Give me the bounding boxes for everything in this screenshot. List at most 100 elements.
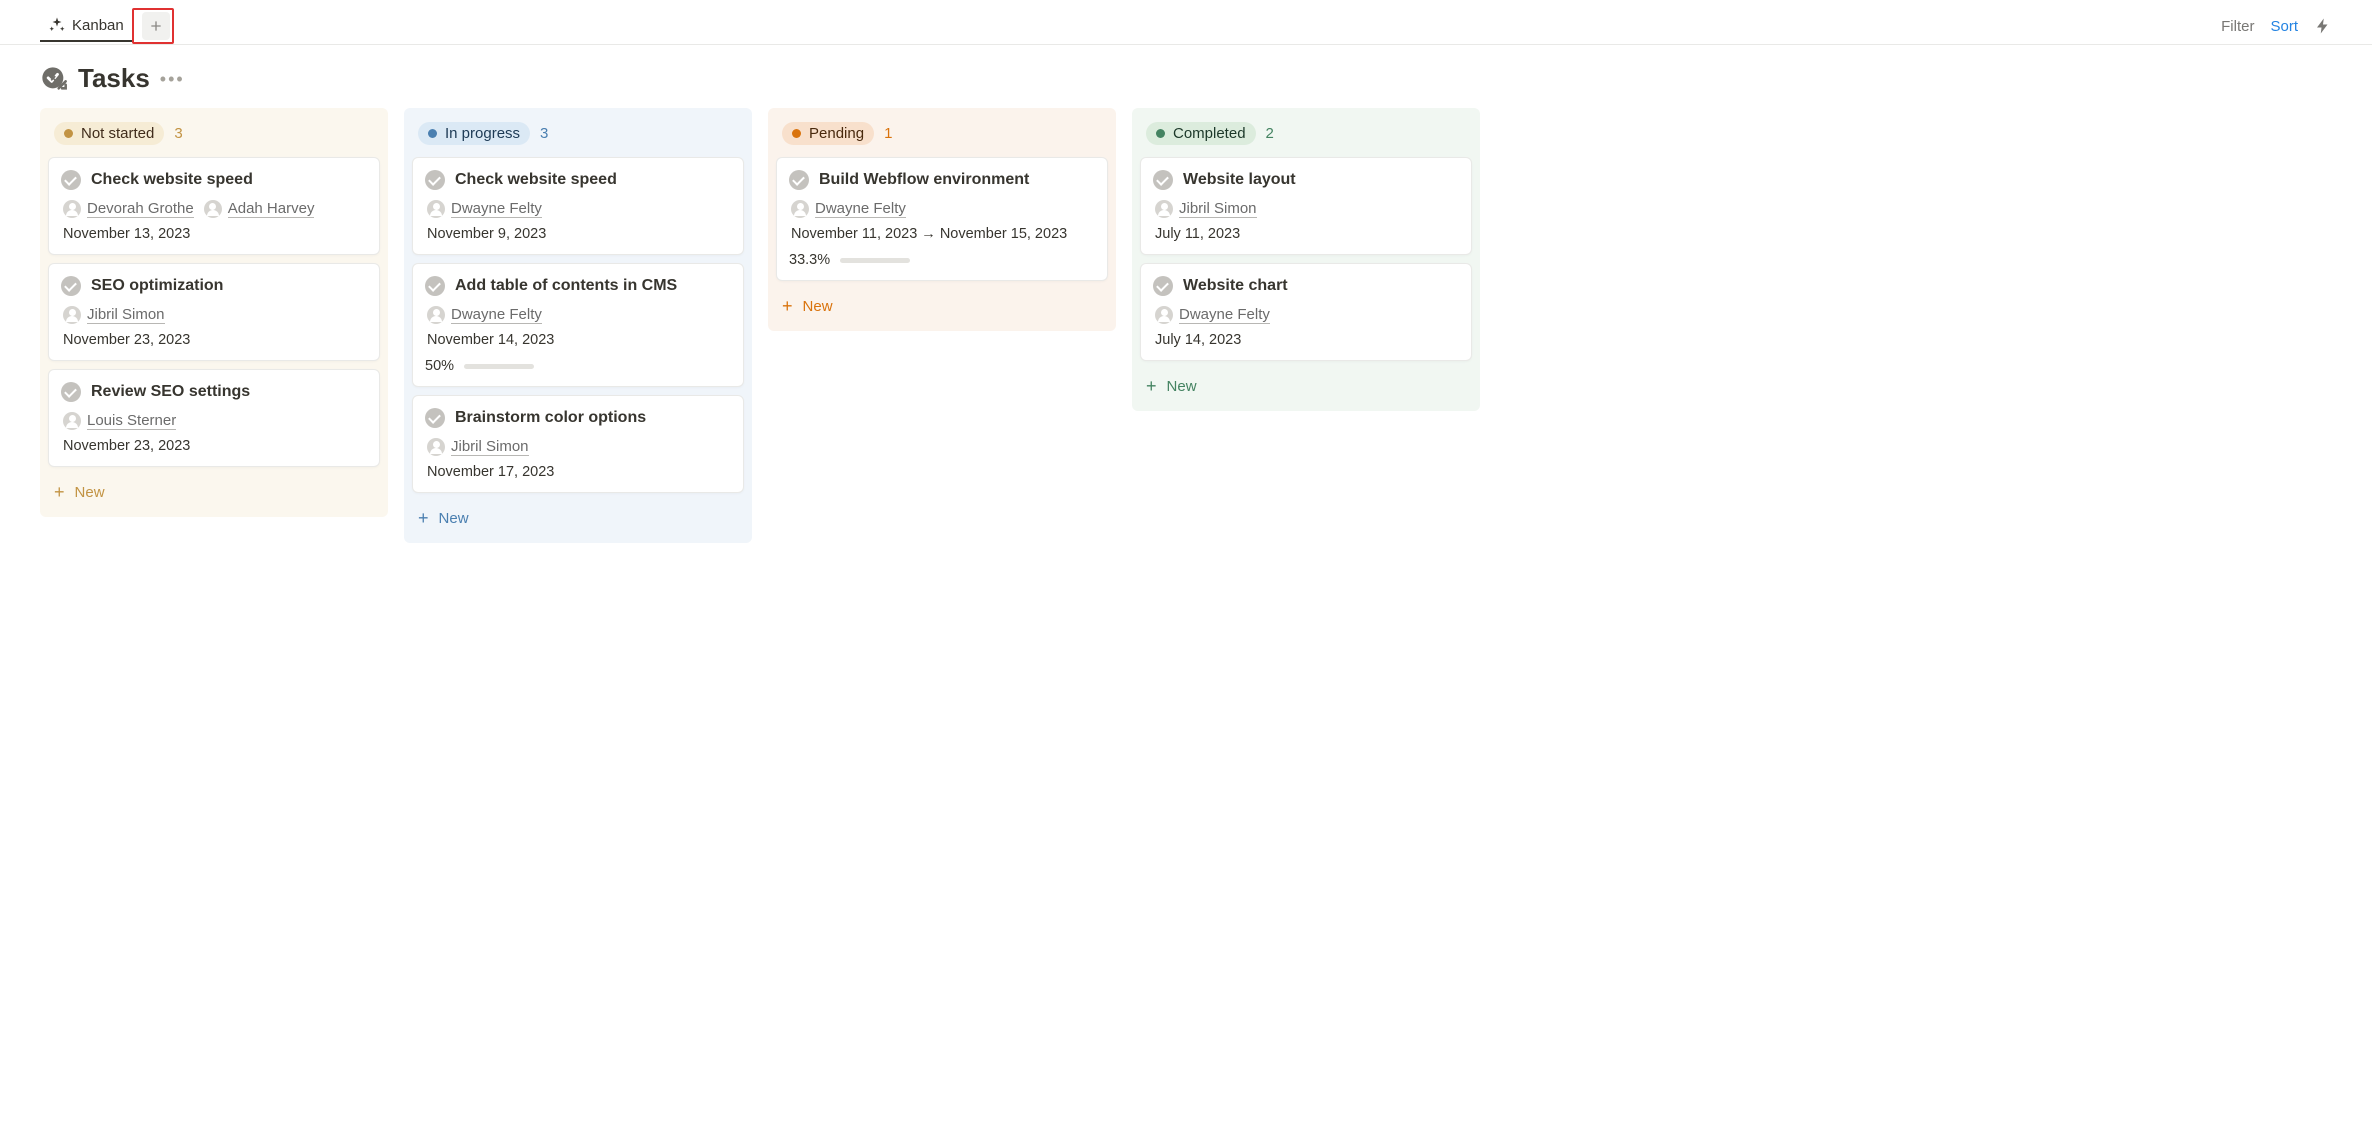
add-tab-highlight: [132, 8, 174, 44]
assignee[interactable]: Dwayne Felty: [791, 200, 906, 218]
assignee[interactable]: Devorah Grothe: [63, 200, 194, 218]
automation-bolt-icon[interactable]: [2314, 17, 2332, 35]
plus-icon: +: [782, 297, 793, 315]
assignee-list: Devorah Grothe Adah Harvey: [63, 200, 367, 218]
column-header[interactable]: In progress 3: [412, 116, 744, 157]
column-completed: Completed2Website layoutJibril SimonJuly…: [1132, 108, 1480, 411]
check-circle-icon: [61, 382, 81, 402]
task-card[interactable]: Brainstorm color optionsJibril SimonNove…: [412, 395, 744, 493]
assignee[interactable]: Louis Sterner: [63, 412, 176, 430]
assignee-list: Dwayne Felty: [1155, 306, 1459, 324]
plus-icon: [148, 18, 164, 34]
status-dot-icon: [428, 129, 437, 138]
new-label: New: [1167, 378, 1197, 395]
column-pending: Pending1 Build Webflow environment Dwayne …: [768, 108, 1116, 331]
status-pill-completed[interactable]: Completed: [1146, 122, 1256, 145]
status-pill-notstarted[interactable]: Not started: [54, 122, 164, 145]
card-date: November 14, 2023: [427, 332, 731, 348]
person-icon: [791, 200, 809, 218]
check-circle-icon: [425, 408, 445, 428]
status-dot-icon: [1156, 129, 1165, 138]
column-header[interactable]: Not started 3: [48, 116, 380, 157]
check-circle-icon: [425, 276, 445, 296]
assignee-name: Dwayne Felty: [1179, 306, 1270, 324]
assignee[interactable]: Jibril Simon: [427, 438, 529, 456]
card-date: July 11, 2023: [1155, 226, 1459, 242]
plus-icon: +: [418, 509, 429, 527]
assignee-name: Dwayne Felty: [451, 200, 542, 218]
check-circle-icon: [1153, 276, 1173, 296]
column-header[interactable]: Completed2: [1140, 116, 1472, 157]
card-date: November 9, 2023: [427, 226, 731, 242]
task-card[interactable]: Add table of contents in CMS Dwayne Felty…: [412, 263, 744, 387]
person-icon: [427, 306, 445, 324]
status-pill-inprogress[interactable]: In progress: [418, 122, 530, 145]
new-label: New: [803, 298, 833, 315]
add-card-button[interactable]: + New: [776, 289, 1108, 323]
progress-bar: [840, 258, 910, 263]
status-label: Completed: [1173, 125, 1246, 142]
add-card-button[interactable]: + New: [48, 475, 380, 509]
check-circle-icon: [61, 170, 81, 190]
card-title: Website chart: [1183, 277, 1288, 295]
check-circle-icon: [61, 276, 81, 296]
assignee[interactable]: Dwayne Felty: [427, 306, 542, 324]
assignee-list: Jibril Simon: [63, 306, 367, 324]
tab-kanban[interactable]: Kanban: [40, 10, 132, 42]
person-icon: [1155, 306, 1173, 324]
column-count: 3: [174, 125, 182, 142]
status-pill-pending[interactable]: Pending: [782, 122, 874, 145]
person-icon: [427, 438, 445, 456]
tabs-bar: Kanban Filter Sort: [0, 0, 2372, 45]
assignee[interactable]: Dwayne Felty: [1155, 306, 1270, 324]
task-card[interactable]: Website layoutJibril SimonJuly 11, 2023: [1140, 157, 1472, 255]
task-card[interactable]: Check website speed Devorah Grothe Adah Ha…: [48, 157, 380, 255]
assignee[interactable]: Jibril Simon: [63, 306, 165, 324]
page-more-button[interactable]: •••: [160, 70, 185, 88]
column-count: 3: [540, 125, 548, 142]
task-card[interactable]: Check website speedDwayne FeltyNovember …: [412, 157, 744, 255]
filter-button[interactable]: Filter: [2221, 18, 2254, 35]
column-header[interactable]: Pending1: [776, 116, 1108, 157]
page-title-row: Tasks •••: [40, 45, 2332, 108]
assignee[interactable]: Jibril Simon: [1155, 200, 1257, 218]
card-date: November 11, 2023 → November 15, 2023: [791, 226, 1095, 242]
card-date: November 23, 2023: [63, 332, 367, 348]
task-card[interactable]: Build Webflow environment Dwayne Felty Nov…: [776, 157, 1108, 281]
card-title: Add table of contents in CMS: [455, 277, 677, 295]
status-label: Pending: [809, 125, 864, 142]
column-notstarted: Not started 3 Check website speed Devorah G…: [40, 108, 388, 517]
check-circle-icon: [1153, 170, 1173, 190]
assignee-name: Jibril Simon: [87, 306, 165, 324]
assignee-name: Dwayne Felty: [815, 200, 906, 218]
sparkle-icon: [48, 16, 66, 34]
assignee[interactable]: Dwayne Felty: [427, 200, 542, 218]
person-icon: [63, 200, 81, 218]
assignee-list: Dwayne Felty: [791, 200, 1095, 218]
person-icon: [63, 412, 81, 430]
add-card-button[interactable]: +New: [412, 501, 744, 535]
progress-row: 50%: [425, 358, 731, 374]
sort-button[interactable]: Sort: [2270, 18, 2298, 35]
assignee[interactable]: Adah Harvey: [204, 200, 315, 218]
task-card[interactable]: Website chartDwayne FeltyJuly 14, 2023: [1140, 263, 1472, 361]
plus-icon: +: [1146, 377, 1157, 395]
status-label: In progress: [445, 125, 520, 142]
assignee-list: Dwayne Felty: [427, 306, 731, 324]
assignee-name: Devorah Grothe: [87, 200, 194, 218]
card-title: Build Webflow environment: [819, 171, 1029, 189]
task-card[interactable]: Review SEO settingsLouis SternerNovember…: [48, 369, 380, 467]
progress-row: 33.3%: [789, 252, 1095, 268]
assignee-list: Jibril Simon: [427, 438, 731, 456]
plus-icon: +: [54, 483, 65, 501]
card-title: Brainstorm color options: [455, 409, 646, 427]
person-icon: [427, 200, 445, 218]
new-label: New: [75, 484, 105, 501]
assignee-list: Dwayne Felty: [427, 200, 731, 218]
person-icon: [1155, 200, 1173, 218]
add-card-button[interactable]: + New: [1140, 369, 1472, 403]
progress-label: 33.3%: [789, 252, 830, 268]
add-tab-button[interactable]: [142, 12, 170, 40]
card-title: Check website speed: [91, 171, 253, 189]
task-card[interactable]: SEO optimizationJibril SimonNovember 23,…: [48, 263, 380, 361]
